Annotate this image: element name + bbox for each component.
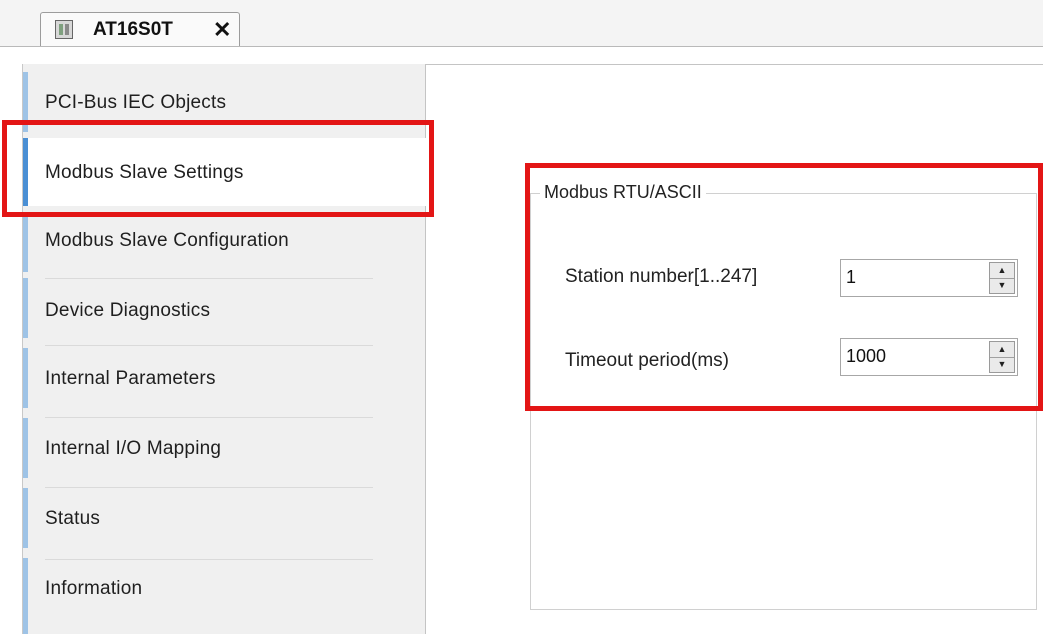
item-stripe: [23, 558, 28, 634]
station-number-value[interactable]: 1: [846, 267, 856, 288]
sidebar-item-label: Internal Parameters: [45, 368, 216, 389]
sidebar-item-modbus-slave-settings[interactable]: Modbus Slave Settings: [23, 138, 426, 206]
timeout-period-spinner[interactable]: 1000 ▲ ▼: [840, 338, 1018, 376]
sidebar-item-label: Status: [45, 508, 101, 529]
increment-icon[interactable]: ▲: [990, 263, 1014, 279]
timeout-period-label: Timeout period(ms): [565, 350, 730, 371]
item-stripe: [23, 212, 28, 272]
item-stripe: [23, 278, 28, 338]
sidebar-item-pci-bus-iec-objects[interactable]: PCI-Bus IEC Objects: [23, 72, 426, 132]
tab-title: AT16S0T: [93, 19, 173, 40]
sidebar-item-status[interactable]: Status: [23, 488, 426, 560]
device-icon: [55, 20, 73, 39]
modbus-rtu-ascii-group: [530, 193, 1037, 610]
sidebar-item-internal-io-mapping[interactable]: Internal I/O Mapping: [23, 418, 426, 488]
sidebar-item-label: PCI-Bus IEC Objects: [45, 92, 227, 113]
sidebar-item-information[interactable]: Information: [23, 558, 426, 634]
sidebar-item-label: Information: [45, 578, 143, 599]
station-number-stepper[interactable]: ▲ ▼: [989, 262, 1015, 294]
timeout-period-stepper[interactable]: ▲ ▼: [989, 341, 1015, 373]
settings-sidebar: PCI-Bus IEC Objects Modbus Slave Setting…: [22, 64, 426, 634]
item-divider: [45, 345, 373, 346]
item-stripe: [23, 138, 28, 206]
station-number-label: Station number[1..247]: [565, 266, 758, 287]
sidebar-item-label: Internal I/O Mapping: [45, 438, 222, 459]
decrement-icon[interactable]: ▼: [990, 357, 1014, 372]
increment-icon[interactable]: ▲: [990, 342, 1014, 358]
editor-tab-bar: AT16S0T ✕: [0, 0, 1043, 47]
tab-at16s0t[interactable]: AT16S0T ✕: [40, 12, 240, 46]
sidebar-item-modbus-slave-configuration[interactable]: Modbus Slave Configuration: [23, 212, 426, 279]
item-stripe: [23, 488, 28, 548]
station-number-spinner[interactable]: 1 ▲ ▼: [840, 259, 1018, 297]
item-stripe: [23, 72, 28, 132]
sidebar-item-device-diagnostics[interactable]: Device Diagnostics: [23, 278, 426, 346]
sidebar-item-internal-parameters[interactable]: Internal Parameters: [23, 348, 426, 418]
timeout-period-value[interactable]: 1000: [846, 346, 886, 367]
sidebar-item-label: Device Diagnostics: [45, 300, 211, 321]
sidebar-item-label: Modbus Slave Configuration: [45, 230, 289, 251]
sidebar-item-label: Modbus Slave Settings: [45, 162, 244, 183]
item-stripe: [23, 418, 28, 478]
group-title: Modbus RTU/ASCII: [540, 182, 706, 203]
item-stripe: [23, 348, 28, 408]
decrement-icon[interactable]: ▼: [990, 278, 1014, 293]
close-icon[interactable]: ✕: [213, 17, 231, 43]
